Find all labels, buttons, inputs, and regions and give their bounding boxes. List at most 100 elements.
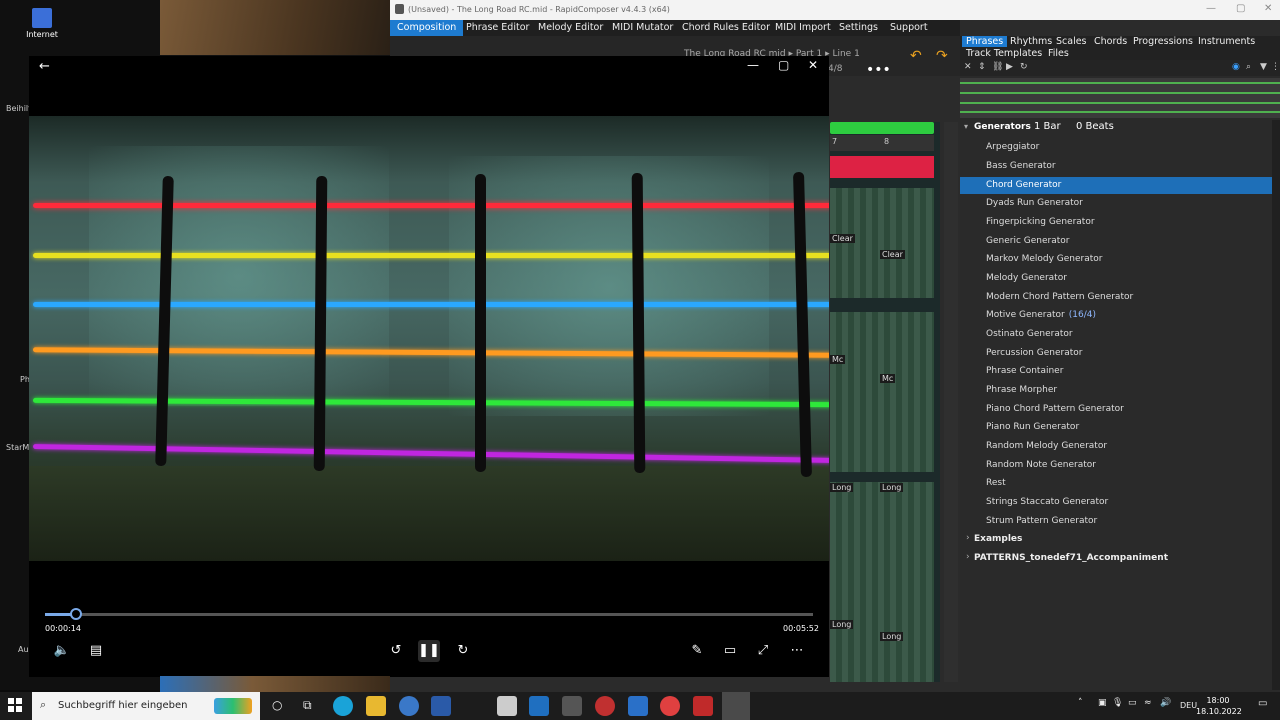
seek-handle[interactable] [70, 608, 82, 620]
tab-progressions[interactable]: Progressions [1133, 36, 1193, 47]
more-icon[interactable]: ••• [866, 62, 891, 78]
list-item[interactable]: Phrase Morpher [960, 382, 1272, 399]
list-item[interactable]: Piano Run Generator [960, 419, 1272, 436]
arranger-tracks[interactable]: Clear Clear Mc Mc Long Long Long Long [830, 122, 940, 682]
volume-icon[interactable]: 🔈 [51, 640, 73, 662]
list-item[interactable]: Fingerpicking Generator [960, 214, 1272, 231]
close-icon[interactable]: ✕ [808, 58, 818, 72]
list-item[interactable]: Arpeggiator [960, 139, 1272, 156]
arranger-scrollbar[interactable] [944, 122, 958, 682]
app-icon[interactable] [660, 696, 680, 716]
menu-midi-import[interactable]: MIDI Import [775, 22, 831, 33]
tab-chords[interactable]: Chords [1094, 36, 1127, 47]
subtitles-icon[interactable]: ▤ [85, 640, 107, 662]
minimize-icon[interactable]: — [747, 58, 759, 72]
track-block[interactable] [830, 482, 934, 682]
track-block[interactable] [830, 312, 934, 472]
notification-icon[interactable]: ▭ [1258, 698, 1267, 709]
tab-scales[interactable]: Scales [1056, 36, 1087, 47]
outlook-icon[interactable] [529, 696, 549, 716]
tab-rhythms[interactable]: Rhythms [1010, 36, 1052, 47]
undo-icon[interactable]: ↶ [910, 48, 922, 64]
list-item[interactable]: Markov Melody Generator [960, 251, 1272, 268]
play-icon[interactable]: ▶ [1006, 62, 1013, 72]
panel-scrollbar[interactable] [1272, 120, 1280, 690]
link-icon[interactable]: ⛓ [992, 62, 1003, 72]
list-item[interactable]: Random Melody Generator [960, 438, 1272, 455]
timeline-ruler[interactable]: 7 8 [830, 135, 934, 151]
active-app-icon[interactable] [722, 692, 750, 720]
desktop-icon-internet[interactable]: Internet [22, 8, 62, 39]
windows-start-icon[interactable] [8, 698, 22, 712]
refresh-icon[interactable]: ↻ [1020, 62, 1028, 72]
miniplayer-icon[interactable]: ▭ [719, 640, 741, 662]
app-icon[interactable] [595, 696, 615, 716]
volume-icon[interactable]: 🔊 [1160, 698, 1171, 708]
loop-region-bar[interactable] [830, 122, 934, 134]
close-icon[interactable]: ✕ [1264, 3, 1272, 14]
menu-midi-mutator[interactable]: MIDI Mutator [612, 22, 673, 33]
language-indicator[interactable]: DEU [1180, 701, 1197, 710]
list-item[interactable]: Modern Chord Pattern Generator [960, 289, 1272, 306]
filter-icon[interactable]: ▼ [1260, 62, 1267, 72]
task-view-icon[interactable]: ⧉ [303, 698, 312, 713]
track-block[interactable] [830, 188, 934, 298]
redo-icon[interactable]: ↷ [936, 48, 948, 64]
more-icon[interactable]: ⋯ [786, 640, 808, 662]
menu-settings[interactable]: Settings [839, 22, 878, 33]
folder-examples[interactable]: › Examples [960, 531, 1272, 548]
tab-track-templates[interactable]: Track Templates [966, 48, 1042, 59]
app-icon[interactable] [628, 696, 648, 716]
menu-icon[interactable]: ⋮ [1271, 62, 1280, 72]
video-frame[interactable] [29, 116, 829, 561]
expand-icon[interactable]: ⇕ [978, 62, 986, 72]
maximize-icon[interactable]: ▢ [1236, 3, 1245, 14]
chevron-up-icon[interactable]: ˄ [1078, 698, 1083, 708]
list-item[interactable]: Rest [960, 475, 1272, 492]
list-item[interactable]: Phrase Container [960, 363, 1272, 380]
menu-chord-rules-editor[interactable]: Chord Rules Editor [682, 22, 770, 33]
collapse-icon[interactable]: ✕ [964, 62, 972, 72]
tab-phrases[interactable]: Phrases [962, 36, 1008, 47]
list-item[interactable]: Dyads Run Generator [960, 195, 1272, 212]
forward-30-icon[interactable]: ↻ [452, 640, 474, 662]
list-item[interactable]: Generic Generator [960, 233, 1272, 250]
list-item[interactable]: Bass Generator [960, 158, 1272, 175]
minimize-icon[interactable]: — [1206, 3, 1216, 14]
clock[interactable]: 18:00 18.10.2022 [1196, 695, 1242, 717]
wifi-icon[interactable]: ≈ [1144, 698, 1152, 708]
eye-icon[interactable]: ◉ [1232, 62, 1240, 72]
list-item[interactable]: Piano Chord Pattern Generator [960, 401, 1272, 418]
menu-melody-editor[interactable]: Melody Editor [538, 22, 603, 33]
file-explorer-icon[interactable] [366, 696, 386, 716]
seek-bar[interactable] [45, 613, 813, 616]
rc-title-bar[interactable]: (Unsaved) - The Long Road RC.mid - Rapid… [390, 0, 1280, 20]
menu-phrase-editor[interactable]: Phrase Editor [466, 22, 529, 33]
tab-instruments[interactable]: Instruments [1198, 36, 1255, 47]
menu-support[interactable]: Support [890, 22, 928, 33]
battery-icon[interactable]: ▭ [1128, 698, 1137, 708]
search-icon[interactable]: ⌕ [1246, 62, 1251, 72]
maximize-icon[interactable]: ▢ [778, 58, 789, 72]
edge-icon[interactable] [333, 696, 353, 716]
app-icon[interactable] [497, 696, 517, 716]
taskbar-search[interactable]: ⌕ Suchbegriff hier eingeben [32, 692, 260, 720]
generators-header[interactable]: ▾ Generators 1 Bar 0 Beats [964, 121, 1274, 137]
list-item[interactable]: Strum Pattern Generator [960, 513, 1272, 530]
player-title-bar[interactable]: ← — ▢ ✕ [29, 56, 829, 78]
network-icon[interactable]: ▣ [1098, 698, 1107, 708]
list-item-selected[interactable]: Chord Generator [960, 177, 1272, 194]
chord-track[interactable] [830, 156, 934, 178]
app-icon[interactable] [399, 696, 419, 716]
cortana-icon[interactable]: ○ [272, 698, 282, 712]
rewind-10-icon[interactable]: ↺ [385, 640, 407, 662]
list-item[interactable]: Ostinato Generator [960, 326, 1272, 343]
app-icon[interactable] [562, 696, 582, 716]
list-item[interactable]: Motive Generator (16/4) [960, 307, 1272, 324]
list-item[interactable]: Melody Generator [960, 270, 1272, 287]
tab-files[interactable]: Files [1048, 48, 1069, 59]
list-item[interactable]: Percussion Generator [960, 345, 1272, 362]
microphone-icon[interactable]: 🎙 [1112, 698, 1123, 708]
edit-icon[interactable]: ✎ [686, 640, 708, 662]
list-item[interactable]: Strings Staccato Generator [960, 494, 1272, 511]
